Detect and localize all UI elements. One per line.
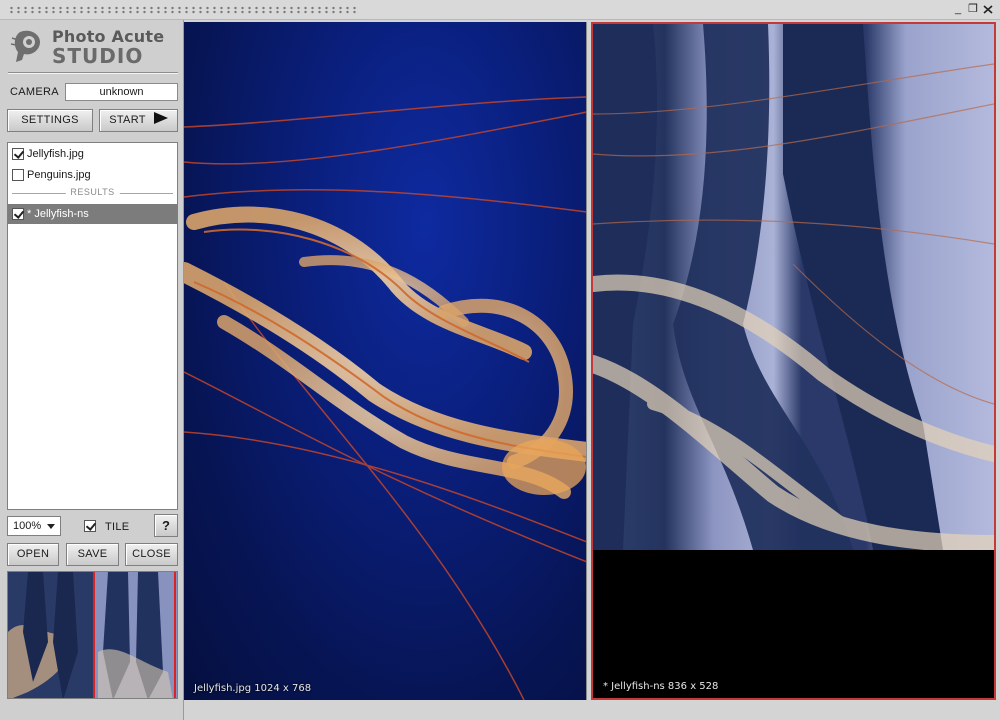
list-item-jellyfish[interactable]: Jellyfish.jpg [8, 144, 177, 164]
navigator-thumbnail[interactable] [7, 571, 178, 699]
zoom-select[interactable]: 100% [7, 516, 61, 536]
result-name: * Jellyfish-ns [27, 208, 89, 220]
checkbox-penguins[interactable] [12, 169, 24, 181]
file-name: Jellyfish.jpg [27, 148, 84, 160]
results-label: RESULTS [65, 187, 120, 197]
file-list[interactable]: Jellyfish.jpg Penguins.jpg RESULTS * Jel… [7, 142, 178, 510]
result-image [593, 24, 994, 550]
lens-logo-icon [10, 30, 40, 62]
title-bar[interactable]: _ ❐ [0, 0, 1000, 20]
tile-checkbox[interactable] [84, 520, 96, 532]
start-button[interactable]: START [99, 109, 178, 132]
result-image-caption: * Jellyfish-ns 836 x 528 [603, 681, 719, 692]
results-divider: RESULTS [8, 185, 177, 201]
restore-icon[interactable]: ❐ [966, 3, 980, 16]
result-image-viewport[interactable]: * Jellyfish-ns 836 x 528 [591, 22, 996, 700]
status-bar [184, 700, 1000, 720]
minimize-icon[interactable]: _ [951, 3, 965, 16]
camera-label: CAMERA [10, 86, 59, 98]
drag-grip[interactable] [8, 6, 358, 14]
open-button[interactable]: OPEN [7, 543, 59, 566]
tile-label: TILE [105, 521, 130, 533]
control-panel: Photo Acute STUDIO CAMERA unknown SETTIN… [0, 20, 184, 720]
source-image-caption: Jellyfish.jpg 1024 x 768 [194, 683, 312, 694]
divider [8, 72, 178, 74]
save-button[interactable]: SAVE [66, 543, 119, 566]
file-name: Penguins.jpg [27, 169, 91, 181]
list-item-penguins[interactable]: Penguins.jpg [8, 165, 177, 185]
checkbox-jellyfish[interactable] [12, 148, 24, 160]
play-arrow-icon [153, 112, 168, 124]
jellyfish-image [184, 96, 586, 700]
source-image-viewport[interactable]: Jellyfish.jpg 1024 x 768 [184, 22, 587, 700]
close-button[interactable]: CLOSE [125, 543, 178, 566]
logo-title-line2: STUDIO [52, 44, 144, 68]
list-item-result[interactable]: * Jellyfish-ns [8, 204, 177, 224]
app-logo: Photo Acute STUDIO [10, 26, 178, 70]
camera-field[interactable]: unknown [65, 83, 178, 101]
checkbox-result[interactable] [12, 208, 24, 220]
start-button-label: START [109, 114, 146, 126]
help-button[interactable]: ? [154, 514, 178, 537]
chevron-down-icon [47, 524, 55, 529]
settings-button[interactable]: SETTINGS [7, 109, 93, 132]
close-window-icon[interactable] [981, 3, 995, 16]
zoom-value: 100% [13, 520, 42, 532]
